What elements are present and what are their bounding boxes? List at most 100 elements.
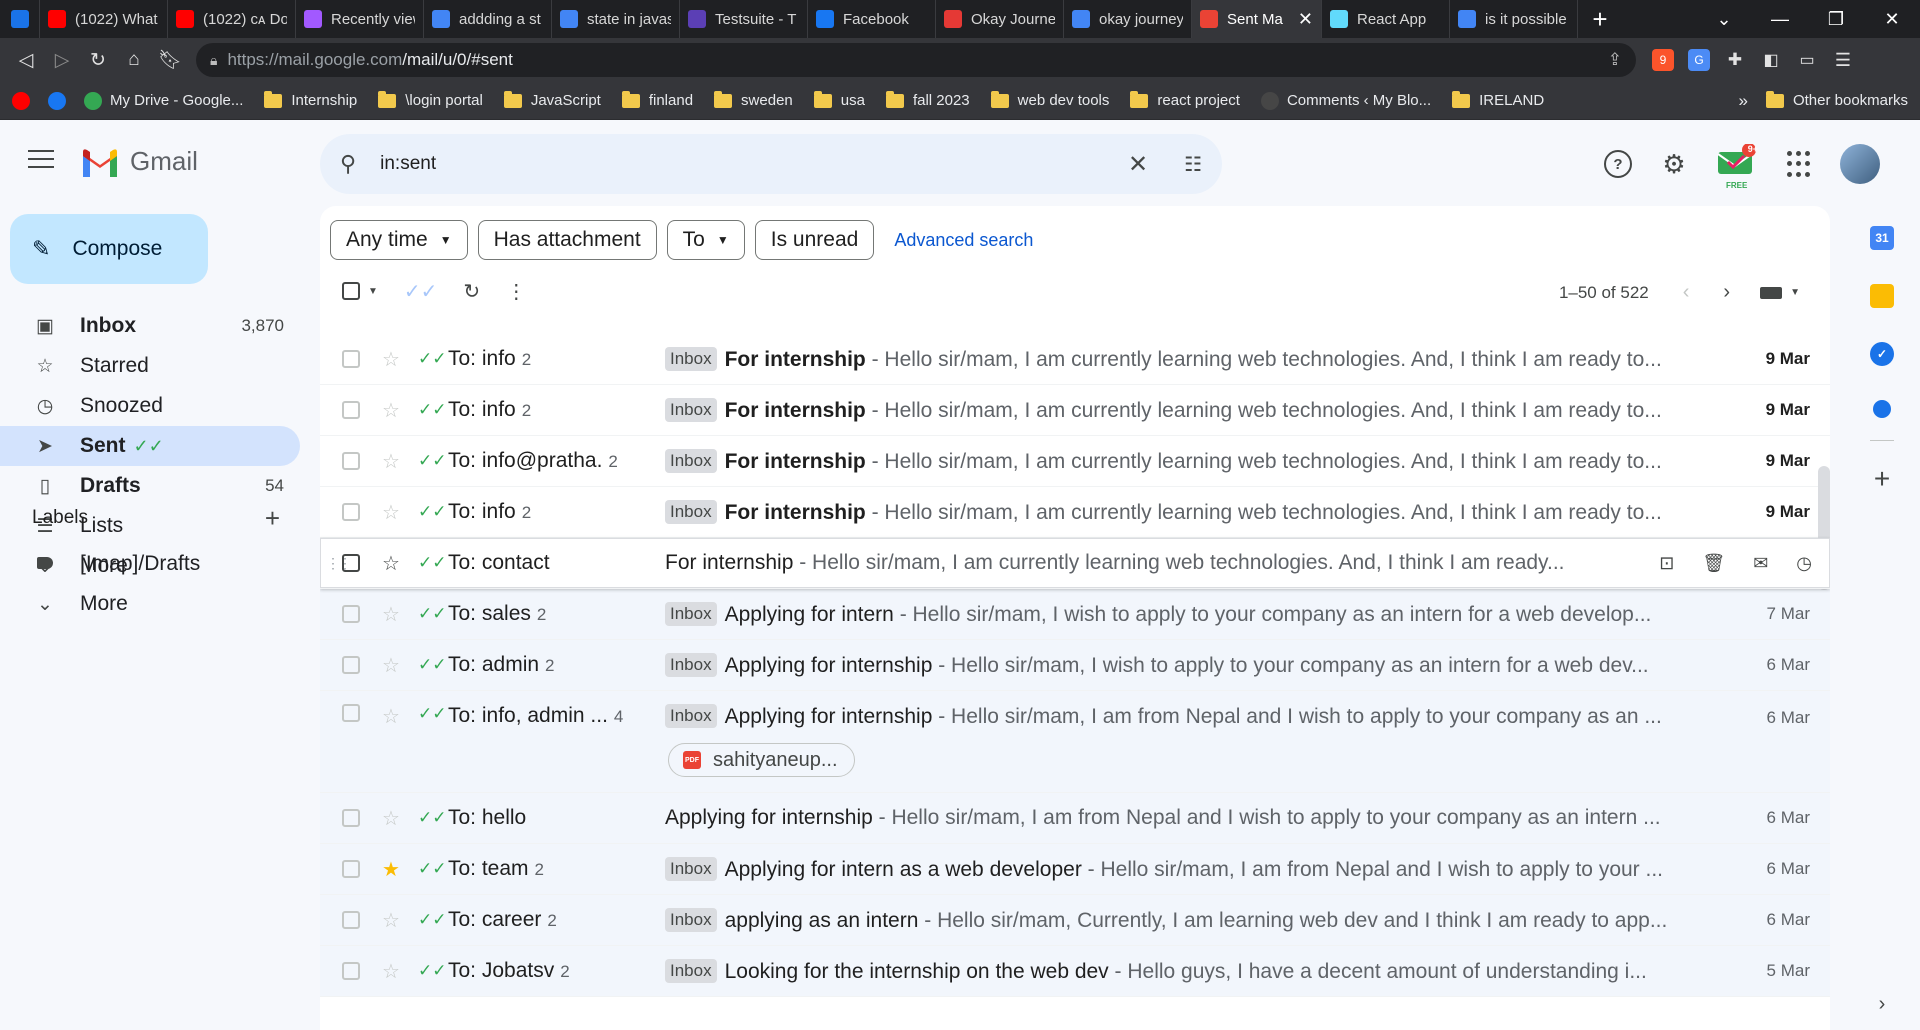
browser-tab[interactable]: Sent Ma ✕ <box>1192 0 1322 38</box>
back-button[interactable]: ◁ <box>8 42 44 78</box>
bookmark-item[interactable]: usa <box>813 90 865 109</box>
search-input[interactable]: in:sent <box>380 153 1128 175</box>
email-row[interactable]: ⋮⋮ ☆ ✓✓ To: contact For internship - Hello s… <box>320 538 1830 589</box>
bookmark-item[interactable]: My Drive - Google... <box>84 91 243 110</box>
mark-read-icon[interactable]: ✓✓ <box>404 279 438 304</box>
email-row[interactable]: ☆ ✓✓ To: career 2 Inbox applying as an intern… <box>320 895 1830 946</box>
sidebar-item-inbox[interactable]: ▣ Inbox 3,870 <box>0 306 300 346</box>
mail-tracker-extension-icon[interactable]: 9+ FREE <box>1716 143 1758 190</box>
star-icon[interactable]: ☆ <box>380 908 402 933</box>
close-tab-icon[interactable]: ✕ <box>1298 9 1313 30</box>
maximize-button[interactable]: ❐ <box>1808 0 1864 38</box>
share-icon[interactable]: ⇪ <box>1608 50 1622 70</box>
star-icon[interactable]: ☆ <box>380 653 402 678</box>
search-options-icon[interactable]: ☷ <box>1184 152 1202 177</box>
star-icon[interactable]: ☆ <box>380 551 402 576</box>
search-bar[interactable]: ⚲ in:sent ✕ ☷ <box>320 134 1222 194</box>
row-checkbox[interactable] <box>342 656 360 674</box>
bookmark-item[interactable] <box>12 91 38 110</box>
other-bookmarks[interactable]: Other bookmarks <box>1765 90 1908 109</box>
row-checkbox[interactable] <box>342 704 360 722</box>
label-item[interactable]: ⌄ More <box>0 584 300 624</box>
settings-gear-icon[interactable]: ⚙ <box>1660 149 1688 179</box>
wallet-icon[interactable]: ▭ <box>1796 49 1818 71</box>
account-avatar[interactable] <box>1840 144 1880 184</box>
sidebar-item-snoozed[interactable]: ◷ Snoozed <box>0 386 300 426</box>
contacts-icon[interactable] <box>1873 400 1891 418</box>
sidebar-item-starred[interactable]: ☆ Starred <box>0 346 300 386</box>
more-options-icon[interactable]: ⋮ <box>506 279 526 304</box>
browser-tab[interactable]: addding a st <box>424 0 552 38</box>
bookmark-item[interactable]: \login portal <box>378 90 483 109</box>
star-icon[interactable]: ☆ <box>380 398 402 423</box>
create-label-icon[interactable]: + <box>265 503 280 534</box>
close-window-button[interactable]: ✕ <box>1864 0 1920 38</box>
brave-shield-icon[interactable]: 9 <box>1652 49 1674 71</box>
input-tools-keyboard-icon[interactable] <box>1760 286 1783 299</box>
bookmarks-overflow-button[interactable]: » <box>1738 91 1747 111</box>
extensions-puzzle-icon[interactable]: ✚ <box>1724 49 1746 71</box>
browser-tab[interactable]: React App <box>1322 0 1450 38</box>
star-icon[interactable]: ☆ <box>380 449 402 474</box>
inbox-label-chip[interactable]: Inbox <box>665 601 717 626</box>
star-icon[interactable]: ☆ <box>380 806 402 831</box>
select-all-checkbox[interactable] <box>342 282 360 300</box>
bookmark-item[interactable]: fall 2023 <box>885 90 970 109</box>
email-row[interactable]: ☆ ✓✓ To: Jobatsv 2 Inbox Looking for the inte… <box>320 946 1830 997</box>
sidebar-item-sent[interactable]: ➤ Sent ✓✓ <box>0 426 300 466</box>
older-page-icon[interactable]: › <box>1723 281 1730 304</box>
bookmark-item[interactable]: react project <box>1130 90 1240 109</box>
mark-unread-icon[interactable]: ✉︎ <box>1753 553 1768 574</box>
row-checkbox[interactable] <box>342 809 360 827</box>
translate-extension-icon[interactable]: G <box>1688 49 1710 71</box>
newer-page-icon[interactable]: ‹ <box>1683 281 1690 304</box>
forward-button[interactable]: ▷ <box>44 42 80 78</box>
row-checkbox[interactable] <box>342 452 360 470</box>
archive-icon[interactable]: ⊡ <box>1659 553 1674 574</box>
inbox-label-chip[interactable]: Inbox <box>665 397 717 422</box>
browser-tab[interactable]: (1022) ᴄᴀ Do <box>168 0 296 38</box>
has-attachment-filter[interactable]: Has attachment <box>477 220 657 260</box>
browser-tab[interactable]: Testsuite - T <box>680 0 808 38</box>
compose-button[interactable]: ✎ Compose <box>10 214 208 284</box>
inbox-label-chip[interactable]: Inbox <box>665 346 717 371</box>
email-row[interactable]: ☆ ✓✓ To: info 2 Inbox For internship - Hello … <box>320 487 1830 538</box>
keep-icon[interactable] <box>1870 284 1894 308</box>
bookmark-item[interactable]: JavaScript <box>503 90 601 109</box>
side-panel-icon[interactable]: ◧ <box>1760 49 1782 71</box>
tasks-icon[interactable]: ✓ <box>1870 342 1894 366</box>
bookmark-item[interactable]: web dev tools <box>990 90 1109 109</box>
gmail-logo[interactable]: Gmail <box>80 146 198 177</box>
bookmark-item[interactable]: Comments ‹ My Blo... <box>1260 91 1431 110</box>
email-row[interactable]: ☆ ✓✓ To: info 2 Inbox For internship - Hello … <box>320 334 1830 385</box>
star-icon[interactable]: ☆ <box>380 602 402 627</box>
minimize-button[interactable]: — <box>1752 0 1808 38</box>
browser-tab[interactable]: state in javas <box>552 0 680 38</box>
home-button[interactable]: ⌂ <box>116 42 152 78</box>
star-icon[interactable]: ☆ <box>380 500 402 525</box>
browser-tab[interactable]: is it possible <box>1450 0 1578 38</box>
bookmark-item[interactable]: IRELAND <box>1452 90 1544 109</box>
get-addons-icon[interactable]: + <box>1874 463 1890 495</box>
row-checkbox[interactable] <box>342 503 360 521</box>
help-icon[interactable]: ? <box>1604 150 1632 178</box>
bookmark-item[interactable]: finland <box>621 90 693 109</box>
clear-search-icon[interactable]: ✕ <box>1128 150 1148 179</box>
delete-icon[interactable]: 🗑︎ <box>1702 553 1725 574</box>
inbox-label-chip[interactable]: Inbox <box>665 856 717 881</box>
browser-tab[interactable]: Facebook <box>808 0 936 38</box>
star-icon[interactable]: ☆ <box>380 959 402 984</box>
row-checkbox[interactable] <box>342 350 360 368</box>
email-row[interactable]: ★ ✓✓ To: team 2 Inbox Applying for intern as … <box>320 844 1830 895</box>
email-row[interactable]: ☆ ✓✓ To: info 2 Inbox For internship - Hello … <box>320 385 1830 436</box>
inbox-label-chip[interactable]: Inbox <box>665 652 717 677</box>
star-icon[interactable]: ☆ <box>380 704 402 729</box>
input-tools-dropdown-icon[interactable]: ▼ <box>1790 287 1800 298</box>
browser-tab[interactable]: Recently view <box>296 0 424 38</box>
inbox-label-chip[interactable]: Inbox <box>665 907 717 932</box>
address-bar[interactable]: 🔒︎ https://mail.google.com /mail/u/0/#se… <box>196 43 1636 77</box>
calendar-icon[interactable]: 31 <box>1870 226 1894 250</box>
bookmark-item[interactable]: sweden <box>714 90 793 109</box>
label-item[interactable]: [Imap]/Drafts <box>0 544 300 584</box>
browser-menu-icon[interactable]: ☰ <box>1832 49 1854 71</box>
